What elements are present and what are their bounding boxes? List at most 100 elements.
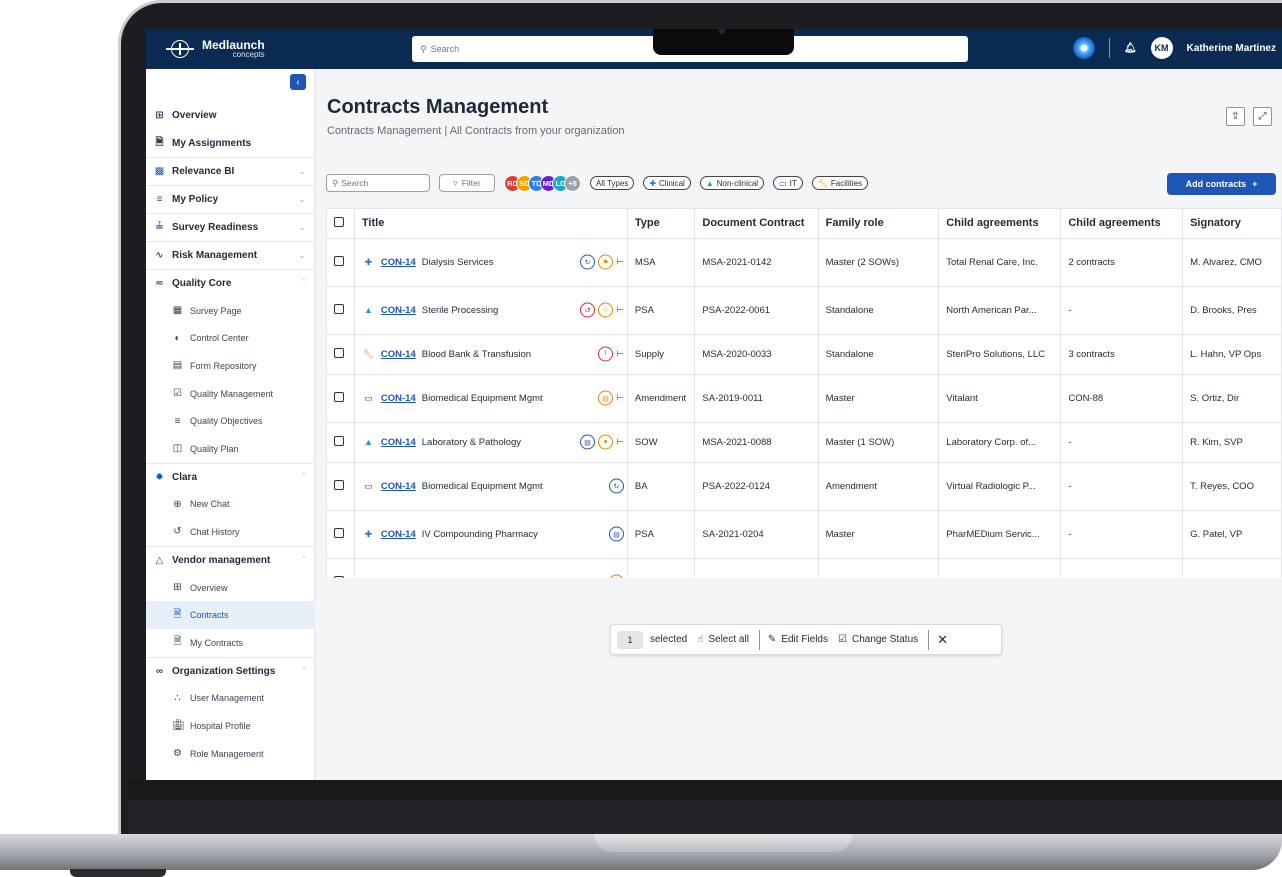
table-row[interactable]: ▲ CON-14 Sterile Processing ↺ ☺ ⊢ PSA PSA-… (327, 286, 1282, 335)
hierarchy-icon[interactable]: ⊢ (616, 305, 624, 316)
medical-bag-icon: ✚ (364, 528, 373, 539)
sidebar-sub-quality-management[interactable]: ☑ Quality Management (146, 380, 315, 408)
sidebar-sub-quality-objectives[interactable]: ≡ Quality Objectives (146, 407, 315, 435)
contract-id-link[interactable]: CON-14 (381, 305, 416, 316)
table-row[interactable]: 🔧︎ CON-14 Blood Bank & Transfusion ! ⊢ Su… (327, 334, 1282, 375)
status-icon[interactable]: ● (598, 434, 614, 450)
status-icon[interactable]: ↻ (608, 478, 624, 494)
sidebar-item-my-assignments[interactable]: 🗎︎ My Assignments (146, 129, 315, 157)
sidebar-sub-control-center[interactable]: ◐ Control Center (146, 325, 315, 353)
table-row[interactable]: ▲ CON-14 Laboratory & Pathology ▤ ● ⊢ SOW … (327, 422, 1282, 463)
filter-pill-all-types[interactable]: All Types (590, 176, 635, 190)
sidebar-item-my-policy[interactable]: ≡ My Policy ⌄ (146, 185, 315, 213)
close-icon[interactable]: ✕ (937, 632, 948, 648)
document-contract-cell: SA-2019-0011 (694, 374, 819, 423)
filter-button[interactable]: ▿ Filter (439, 174, 495, 192)
status-icon[interactable]: ☺ (598, 302, 614, 318)
sidebar-sub-vendor-overview[interactable]: ⊞ Overview (146, 574, 315, 602)
col-signatory[interactable]: Signatory (1182, 209, 1282, 239)
sidebar-sub-contracts[interactable]: 🗎︎ Contracts (146, 601, 315, 629)
col-title[interactable]: Title (354, 209, 628, 239)
sidebar-sub-chat-history[interactable]: ↺ Chat History (146, 518, 315, 546)
contract-id-link[interactable]: CON-14 (381, 481, 416, 492)
status-icon[interactable]: ↺ (580, 302, 596, 318)
gauge-icon: ◐ (174, 332, 181, 344)
table-row[interactable]: ▭ CON-14 Biomedical Equipment Mgmt ▤ ⊢ Am… (327, 374, 1282, 423)
table-row[interactable]: ✚ CON-14 Dialysis Services ↻ ⚑ ⊢ MSA MSA-2… (327, 238, 1282, 287)
hand-pointer-icon: ☝ (697, 634, 704, 645)
status-icon[interactable]: ↻ (580, 254, 596, 270)
row-checkbox[interactable] (327, 558, 355, 578)
sidebar-sub-role-management[interactable]: ⚙ Role Management (146, 740, 315, 768)
hierarchy-icon[interactable]: ⊢ (616, 437, 624, 448)
sidebar-item-quality-core[interactable]: ≂ Quality Core ˆ (146, 269, 315, 297)
bell-icon[interactable]: 🔔︎ (1124, 43, 1137, 54)
sidebar-item-risk-management[interactable]: ∿ Risk Management ⌄ (146, 241, 315, 269)
hierarchy-icon[interactable]: ⊢ (616, 349, 624, 360)
collapse-sidebar-button[interactable]: ‹ (290, 74, 306, 90)
sidebar-item-overview[interactable]: ⊞ Overview (146, 101, 315, 129)
filter-pill-non-clinical[interactable]: ▲ Non-clinical (699, 176, 765, 190)
contract-id-link[interactable]: CON-14 (381, 437, 416, 448)
sidebar-sub-new-chat[interactable]: ⊕ New Chat (146, 491, 315, 519)
sidebar-sub-hospital-profile[interactable]: 🏥︎ Hospital Profile (146, 712, 315, 740)
status-icon[interactable]: ▤ (598, 390, 614, 406)
laptop-icon: ▭ (364, 480, 373, 491)
app-logo[interactable]: Medlaunch concepts (166, 37, 265, 61)
sidebar-item-vendor-management[interactable]: △ Vendor management ˆ (146, 545, 315, 574)
sidebar-sub-quality-plan[interactable]: ◫ Quality Plan (146, 435, 315, 463)
row-checkbox[interactable] (327, 286, 355, 335)
edit-fields-button[interactable]: ✎ Edit Fields (768, 634, 828, 645)
row-checkbox[interactable] (327, 334, 355, 375)
sidebar-item-organization-settings[interactable]: ∞ Organization Settings ˆ (146, 656, 315, 685)
sidebar-sub-form-repository[interactable]: ▤ Form Repository (146, 352, 315, 380)
filter-pill-clinical[interactable]: ✚ Clinical (643, 176, 691, 190)
contract-id-link[interactable]: CON-14 (381, 529, 416, 540)
sidebar-item-clara[interactable]: ✹ Clara ˆ (146, 462, 315, 491)
status-icon[interactable]: ▤ (580, 434, 596, 450)
col-family-role[interactable]: Family role (818, 209, 940, 239)
col-document-contract[interactable]: Document Contract (694, 209, 819, 239)
contract-id-link[interactable]: CON-14 (381, 349, 416, 360)
col-child-agreements-1[interactable]: Child agreements (938, 209, 1062, 239)
row-checkbox[interactable] (327, 510, 355, 559)
user-name[interactable]: Katherine Martinez (1187, 43, 1276, 54)
status-icon[interactable]: ● (608, 574, 624, 578)
type-cell: PSA (627, 286, 696, 335)
sidebar-sub-user-management[interactable]: ∴ User Management (146, 685, 315, 713)
status-icon[interactable]: ! (598, 346, 614, 362)
sidebar-sub-survey-page[interactable]: ▦ Survey Page (146, 297, 315, 325)
row-checkbox[interactable] (327, 238, 355, 287)
table-row[interactable]: ✚ CON-14 Respiratory Therapy ● MSA MSA-2… (327, 558, 1282, 578)
hierarchy-icon[interactable]: ⊢ (616, 393, 624, 404)
contract-id-link[interactable]: CON-14 (381, 577, 416, 579)
assignee-avatar[interactable]: +5 (564, 174, 581, 192)
chevron-down-icon: ⌄ (299, 224, 305, 232)
filter-pill-facilities[interactable]: 🔧︎ Facilities (811, 176, 869, 190)
user-avatar[interactable]: KM (1150, 37, 1173, 59)
table-row[interactable]: ▭ CON-14 Biomedical Equipment Mgmt ↻ BA … (327, 462, 1282, 511)
ai-assistant-icon[interactable] (1072, 37, 1095, 59)
expand-icon[interactable]: ⤢ (1253, 107, 1272, 126)
status-icon[interactable]: ▤ (608, 526, 624, 542)
contracts-search-input[interactable]: ⚲ Search (326, 174, 430, 192)
col-type[interactable]: Type (627, 209, 696, 239)
row-checkbox[interactable] (327, 462, 355, 511)
status-icon[interactable]: ⚑ (598, 254, 614, 270)
select-all-button[interactable]: ☝ Select all (697, 634, 749, 645)
sidebar-item-relevance-bi[interactable]: ▩ Relevance BI ⌄ (146, 157, 315, 185)
row-checkbox[interactable] (327, 374, 355, 423)
col-child-agreements-2[interactable]: Child agreements (1060, 209, 1184, 239)
filter-pill-it[interactable]: ▭ IT (773, 176, 803, 190)
change-status-button[interactable]: ☑ Change Status (838, 634, 918, 645)
add-contracts-button[interactable]: Add contracts + (1167, 173, 1276, 195)
select-all-checkbox[interactable] (327, 209, 355, 239)
sidebar-sub-my-contracts[interactable]: 🗎︎ My Contracts (146, 629, 315, 657)
row-checkbox[interactable] (327, 422, 355, 463)
share-icon[interactable]: ⇪ (1226, 107, 1245, 126)
contract-id-link[interactable]: CON-14 (381, 257, 416, 268)
hierarchy-icon[interactable]: ⊢ (616, 257, 624, 268)
contract-id-link[interactable]: CON-14 (381, 393, 416, 404)
table-row[interactable]: ✚ CON-14 IV Compounding Pharmacy ▤ PSA S… (327, 510, 1282, 559)
sidebar-item-survey-readiness[interactable]: ≟ Survey Readiness ⌄ (146, 213, 315, 241)
